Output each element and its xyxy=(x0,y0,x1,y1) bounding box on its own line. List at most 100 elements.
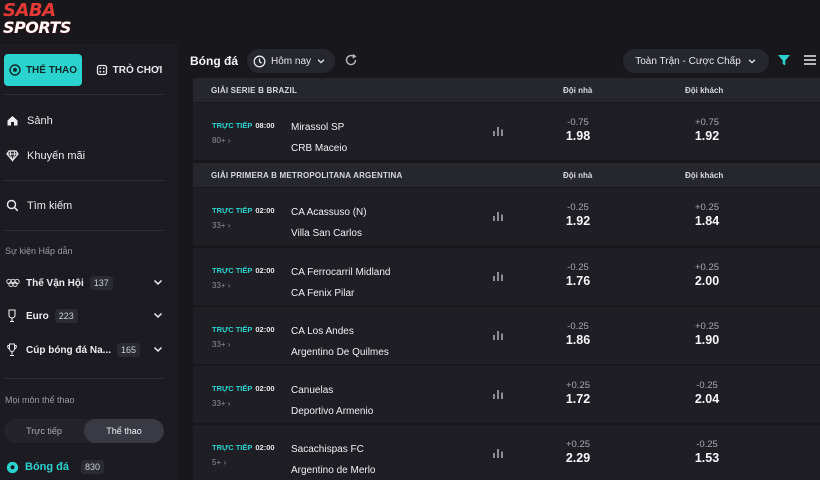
teams: Sacachispas FC Argentino de Merlo xyxy=(291,439,376,480)
tab-games[interactable]: TRÒ CHƠI xyxy=(90,54,168,86)
match-row: TRỰC TIẾP 02:00 33+ › Canuelas Deportivo … xyxy=(193,366,820,424)
page-title: Bóng đá xyxy=(190,54,238,68)
event-count-badge: 223 xyxy=(54,309,78,323)
event-item-euro[interactable]: Euro 223 xyxy=(6,309,166,323)
nav-item-promotions[interactable]: Khuyến mãi xyxy=(6,149,85,162)
match-row: TRỰC TIẾP 02:00 5+ › Sacachispas FC Argen… xyxy=(193,425,820,480)
live-status: TRỰC TIẾP 02:00 xyxy=(212,206,275,215)
handicap-line: -0.25 xyxy=(567,262,589,273)
toggle-live[interactable]: Trực tiếp xyxy=(4,419,84,443)
away-team: CRB Maceio xyxy=(291,143,348,154)
saba-sports-logo[interactable]: SABA SPORTS xyxy=(3,2,71,38)
cup-icon xyxy=(6,343,20,357)
odds-price: 1.84 xyxy=(694,214,720,228)
away-odds-cell[interactable]: +0.25 2.00 xyxy=(672,262,742,288)
event-item-olympics[interactable]: Thế Vận Hội 137 xyxy=(6,276,166,290)
olympic-rings-icon xyxy=(6,278,20,288)
more-markets-link[interactable]: 33+ › xyxy=(212,281,230,290)
date-filter-value: Hôm nay xyxy=(271,55,312,67)
divider xyxy=(4,378,164,379)
market-type-dropdown[interactable]: Toàn Trận - Cược Chấp xyxy=(623,49,769,73)
chevron-down-icon xyxy=(317,59,325,64)
home-odds-cell[interactable]: -0.75 1.98 xyxy=(543,117,613,143)
stats-icon[interactable] xyxy=(492,388,504,400)
live-status: TRỰC TIẾP 02:00 xyxy=(212,325,275,334)
match-row: TRỰC TIẾP 02:00 33+ › CA Acassuso (N) Vil… xyxy=(193,188,820,246)
trophy-icon xyxy=(6,309,20,323)
stats-icon[interactable] xyxy=(492,447,504,459)
away-odds-cell[interactable]: -0.25 1.53 xyxy=(672,439,742,465)
stats-icon[interactable] xyxy=(492,125,504,137)
tab-sports[interactable]: THỂ THAO xyxy=(4,54,82,86)
date-filter-dropdown[interactable]: Hôm nay xyxy=(247,49,335,73)
nav-item-label: Khuyến mãi xyxy=(27,149,86,162)
home-team: CA Los Andes xyxy=(291,326,354,337)
more-markets-link[interactable]: 33+ › xyxy=(212,399,230,408)
match-time: 02:00 xyxy=(255,266,275,275)
match-row: TRỰC TIẾP 02:00 33+ › CA Ferrocarril Midl… xyxy=(193,248,820,306)
home-odds-cell[interactable]: -0.25 1.86 xyxy=(543,321,613,347)
top-bar: SABA SPORTS xyxy=(0,0,820,44)
more-markets-link[interactable]: 33+ › xyxy=(212,340,230,349)
event-item-cup[interactable]: Cúp bóng đá Na... 165 xyxy=(6,343,166,357)
soccer-ball-icon xyxy=(6,461,19,473)
event-label: Cúp bóng đá Na... xyxy=(26,344,111,356)
odds-price: 1.92 xyxy=(565,214,591,228)
chevron-down-icon[interactable] xyxy=(152,276,164,288)
home-odds-cell[interactable]: +0.25 2.29 xyxy=(543,439,613,465)
nav-item-search[interactable]: Tìm kiếm xyxy=(6,199,72,212)
more-markets-link[interactable]: 80+ › xyxy=(212,136,230,145)
home-odds-cell[interactable]: -0.25 1.76 xyxy=(543,262,613,288)
home-odds-cell[interactable]: +0.25 1.72 xyxy=(543,380,613,406)
odds-price: 1.72 xyxy=(565,392,591,406)
handicap-line: +0.25 xyxy=(694,262,720,273)
divider xyxy=(4,230,164,231)
events-section-title: Sự kiện Hấp dẫn xyxy=(5,246,73,256)
search-icon xyxy=(6,199,19,212)
clock-icon xyxy=(253,55,266,67)
refresh-icon[interactable] xyxy=(344,53,358,67)
tab-sports-label: THỂ THAO xyxy=(25,64,78,76)
home-odds-cell[interactable]: -0.25 1.92 xyxy=(543,202,613,228)
away-column-header: Đội khách xyxy=(685,85,724,95)
away-team: Argentino De Quilmes xyxy=(291,347,389,358)
home-team: Sacachispas FC xyxy=(291,444,364,455)
live-label: TRỰC TIẾP xyxy=(212,121,253,130)
tab-games-label: TRÒ CHƠI xyxy=(112,64,163,76)
odds-price: 1.86 xyxy=(565,333,591,347)
main-content: Bóng đá Hôm nay Toàn Trận - Cược Chấp GI… xyxy=(181,44,820,480)
toggle-sports[interactable]: Thể thao xyxy=(84,419,164,443)
stats-icon[interactable] xyxy=(492,329,504,341)
nav-item-label: Sảnh xyxy=(27,114,53,127)
home-column-header: Đội nhà xyxy=(563,170,593,180)
odds-price: 2.04 xyxy=(694,392,720,406)
chevron-down-icon[interactable] xyxy=(152,343,164,355)
away-odds-cell[interactable]: -0.25 2.04 xyxy=(672,380,742,406)
stats-icon[interactable] xyxy=(492,210,504,222)
chevron-down-icon[interactable] xyxy=(152,309,164,321)
handicap-line: +0.25 xyxy=(694,321,720,332)
event-count-badge: 137 xyxy=(89,276,113,290)
home-team: CA Ferrocarril Midland xyxy=(291,267,391,278)
away-odds-cell[interactable]: +0.25 1.84 xyxy=(672,202,742,228)
nav-item-lobby[interactable]: Sảnh xyxy=(6,114,53,127)
live-status: TRỰC TIẾP 02:00 xyxy=(212,443,275,452)
away-odds-cell[interactable]: +0.25 1.90 xyxy=(672,321,742,347)
teams: CA Los Andes Argentino De Quilmes xyxy=(291,321,389,363)
event-label: Euro xyxy=(26,310,49,322)
handicap-line: -0.25 xyxy=(696,439,718,450)
sport-item-football[interactable]: Bóng đá 830 xyxy=(6,460,105,474)
match-row: TRỰC TIẾP 08:00 80+ › Mirassol SP CRB Mac… xyxy=(193,103,820,161)
away-odds-cell[interactable]: +0.75 1.92 xyxy=(672,117,742,143)
menu-icon[interactable] xyxy=(803,53,817,67)
away-team: CA Fenix Pilar xyxy=(291,288,355,299)
more-markets-link[interactable]: 33+ › xyxy=(212,221,230,230)
stats-icon[interactable] xyxy=(492,270,504,282)
odds-price: 1.90 xyxy=(694,333,720,347)
match-time: 02:00 xyxy=(255,206,275,215)
more-markets-link[interactable]: 5+ › xyxy=(212,458,226,467)
away-team: Villa San Carlos xyxy=(291,228,362,239)
home-team: Canuelas xyxy=(291,385,334,396)
filter-icon[interactable] xyxy=(777,53,791,67)
live-sports-toggle: Trực tiếp Thể thao xyxy=(4,419,164,443)
